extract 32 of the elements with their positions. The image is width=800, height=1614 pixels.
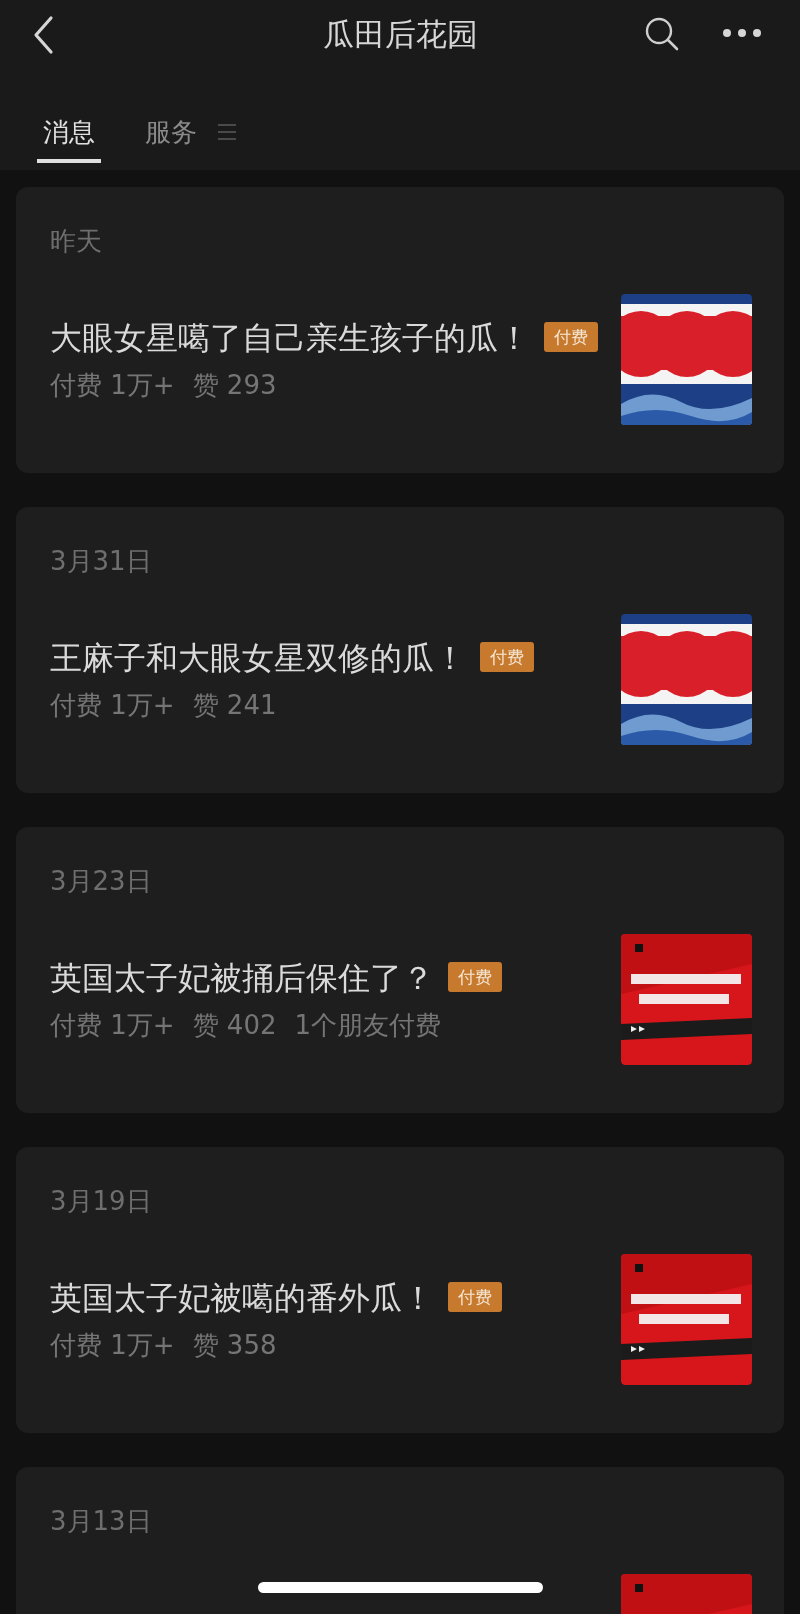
message-stat: 赞 402 xyxy=(192,1008,277,1042)
message-title: 英国太子妃被噶的番外瓜！ xyxy=(50,1278,434,1317)
message-stat: 赞 241 xyxy=(192,688,277,722)
message-date: 3月19日 xyxy=(50,1185,153,1218)
message-stat: 1个朋友付费 xyxy=(294,1008,442,1042)
paid-badge: 付费 xyxy=(448,1281,502,1312)
message-stat: 付费 1万+ xyxy=(50,688,175,722)
paid-badge: 付费 xyxy=(448,961,502,992)
message-stat: 赞 293 xyxy=(192,368,277,402)
more-icon[interactable] xyxy=(722,28,762,38)
message-date: 3月23日 xyxy=(50,865,153,898)
message-date: 昨天 xyxy=(50,225,103,258)
message-stat: 付费 1万+ xyxy=(50,368,175,402)
tab[interactable]: 消息 xyxy=(37,70,101,163)
tab[interactable]: 服务 xyxy=(139,70,203,163)
message-stat: 付费 1万+ xyxy=(50,1328,175,1362)
paid-badge: 付费 xyxy=(480,641,534,672)
message-title: 王麻子和大眼女星双修的瓜！ xyxy=(50,638,466,677)
message-card[interactable]: 3月31日 王麻子和大眼女星双修的瓜！ 付费 付费 1万+ 赞 241 xyxy=(16,507,784,793)
message-stat: 赞 358 xyxy=(192,1328,277,1362)
message-stat: 付费 1万+ xyxy=(50,1008,175,1042)
message-date: 3月13日 xyxy=(50,1505,153,1538)
paid-badge: 付费 xyxy=(544,321,598,352)
search-icon[interactable] xyxy=(644,16,680,52)
message-card[interactable]: 3月19日 英国太子妃被噶的番外瓜！ 付费 付费 1万+ 赞 358 xyxy=(16,1147,784,1433)
message-title: 英国太子妃被捅后保住了？ xyxy=(50,958,434,997)
page-title: 瓜田后花园 xyxy=(322,15,478,54)
back-icon[interactable] xyxy=(32,15,54,55)
message-date: 3月31日 xyxy=(50,545,153,578)
message-title: 大眼女星噶了自己亲生孩子的瓜！ xyxy=(50,318,530,357)
message-card[interactable]: 3月23日 英国太子妃被捅后保住了？ 付费 付费 1万+ 赞 402 1个朋友付费 xyxy=(16,827,784,1113)
message-card[interactable]: 昨天 大眼女星噶了自己亲生孩子的瓜！ 付费 付费 1万+ 赞 293 xyxy=(16,187,784,473)
